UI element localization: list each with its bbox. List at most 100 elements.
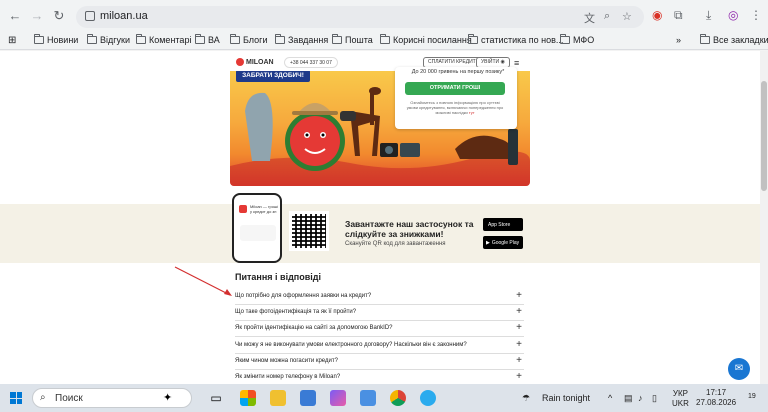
plus-icon[interactable]: + [516, 355, 522, 366]
apps-grid-icon[interactable]: ⊞ [8, 35, 16, 46]
browser-toolbar: ← → ↻ miloan.ua 文 ⌕ ☆ ◉ ⧉ ⤓ ◎ ⋮ [0, 0, 768, 32]
file-explorer-icon[interactable] [270, 390, 286, 406]
qr-code-frame [289, 211, 329, 251]
chrome-icon[interactable] [390, 390, 406, 406]
chat-widget-icon[interactable]: ✉ [728, 358, 750, 380]
app-store-button[interactable]: App Store [483, 218, 523, 231]
reload-icon[interactable]: ↻ [52, 9, 66, 23]
all-bookmarks[interactable]: Все закладки [700, 34, 768, 45]
faq-item[interactable]: Що потрібно для оформлення заявки на кре… [235, 289, 524, 305]
outlook-icon[interactable] [300, 390, 316, 406]
language-indicator[interactable]: УКР UKR [672, 389, 689, 409]
folder-icon [275, 34, 285, 44]
back-icon[interactable]: ← [8, 9, 22, 23]
folder-icon [230, 34, 240, 44]
google-play-button[interactable]: ▶ Google Play [483, 236, 523, 249]
folder-icon [34, 34, 44, 44]
promo-headline: До 20 000 гривень на першу позику* [411, 69, 505, 75]
bookmark-va[interactable]: ВА [195, 34, 220, 45]
extensions-puzzle-icon[interactable]: ⧉ [674, 8, 683, 23]
plus-icon[interactable]: + [516, 371, 522, 382]
bookmark-mfo[interactable]: МФО [560, 34, 594, 45]
taskbar: ⌕ Поиск ✦ ▭ ☂ Rain tonight ^ ▤ ♪ ▯ УКР UK… [0, 384, 768, 412]
windows-start-icon[interactable] [10, 392, 22, 404]
plus-icon[interactable]: + [516, 322, 522, 333]
plus-icon[interactable]: + [516, 306, 522, 317]
tray-chevron-icon[interactable]: ^ [608, 393, 612, 403]
zoom-icon[interactable]: ⌕ [604, 10, 610, 23]
faq-question: Чи можу я не виконувати умови електронно… [235, 342, 467, 348]
faq-item[interactable]: Як змінити номер телефону в Miloan? + [235, 370, 524, 384]
faq-item[interactable]: Що таке фотоідентифікація та як її пройт… [235, 305, 524, 321]
copilot-sparkle-icon: ✦ [163, 392, 173, 404]
folder-icon [380, 34, 390, 44]
faq-question: Що таке фотоідентифікація та як її пройт… [235, 309, 357, 315]
task-view-icon[interactable]: ▭ [208, 390, 224, 406]
folder-icon [700, 34, 710, 44]
page-scrollbar[interactable] [760, 51, 768, 384]
app-subtitle: Скануйте QR код для завантаження [345, 241, 446, 247]
bookmark-comments[interactable]: Коментарі [136, 34, 191, 45]
network-icon[interactable]: ▤ [624, 393, 633, 404]
faq-item[interactable]: Як пройти ідентифікацію на сайті за допо… [235, 321, 524, 337]
promo-disclaimer-link[interactable]: тут [469, 110, 475, 115]
phone-number[interactable]: +38 044 337 30 07 [284, 57, 338, 68]
bookmark-useful-links[interactable]: Корисні посилання [380, 34, 472, 45]
volume-icon[interactable]: ♪ [638, 393, 643, 403]
site-info-icon[interactable] [85, 11, 95, 21]
plus-icon[interactable]: + [516, 339, 522, 350]
clock[interactable]: 17:17 27.08.2026 [696, 388, 736, 408]
google-play-icon: ▶ [486, 239, 490, 246]
extension-icon[interactable]: ◉ [652, 8, 662, 22]
folder-icon [136, 34, 146, 44]
ms-store-icon[interactable] [240, 390, 256, 406]
app-icon[interactable] [360, 390, 376, 406]
promo-disclaimer: Ознайомтесь з повною інформацією про сут… [406, 100, 504, 115]
app-icon [239, 205, 247, 213]
translate-icon[interactable]: 文 [584, 10, 595, 26]
url-text: miloan.ua [100, 10, 148, 22]
app-title: Завантажте наш застосунок та слідкуйте з… [345, 219, 474, 239]
phone-screen-text: Miloan — гроші у кредит до зп [250, 204, 279, 214]
faq-question: Що потрібно для оформлення заявки на кре… [235, 293, 372, 299]
faq-item[interactable]: Яким чином можна погасити кредит? + [235, 354, 524, 370]
page-viewport: MILOAN +38 044 337 30 07 СПЛАТИТИ КРЕДИТ… [0, 51, 768, 384]
bookmark-star-icon[interactable]: ☆ [622, 10, 632, 23]
folder-icon [332, 34, 342, 44]
bookmark-news[interactable]: Новини [34, 34, 78, 45]
get-money-button[interactable]: ОТРИМАТИ ГРОШІ [405, 82, 505, 95]
weather-text[interactable]: Rain tonight [542, 393, 590, 403]
bookmark-tasks[interactable]: Завдання [275, 34, 328, 45]
folder-icon [468, 34, 478, 44]
faq-question: Як пройти ідентифікацію на сайті за допо… [235, 325, 393, 331]
phone-screen-card [240, 225, 276, 241]
search-icon: ⌕ [40, 392, 46, 403]
bookmark-blogs[interactable]: Блоги [230, 34, 267, 45]
faq-title: Питання і відповіді [235, 272, 321, 282]
folder-icon [87, 34, 97, 44]
faq-question: Яким чином можна погасити кредит? [235, 358, 338, 364]
promo-card: До 20 000 гривень на першу позику* ОТРИМ… [395, 67, 517, 129]
download-icon[interactable]: ⤓ [706, 8, 711, 23]
folder-icon [195, 34, 205, 44]
menu-kebab-icon[interactable]: ⋮ [750, 8, 762, 22]
notification-count[interactable]: 19 [748, 393, 756, 400]
weather-icon: ☂ [522, 393, 531, 403]
site-logo[interactable]: MILOAN [236, 58, 274, 66]
faq-question: Як змінити номер телефону в Miloan? [235, 374, 341, 380]
battery-icon[interactable]: ▯ [652, 393, 657, 404]
bookmark-mail[interactable]: Пошта [332, 34, 373, 45]
bookmark-stats[interactable]: статистика по нов... [468, 34, 563, 45]
plus-icon[interactable]: + [516, 290, 522, 301]
forward-icon[interactable]: → [30, 9, 44, 23]
faq-item[interactable]: Чи можу я не виконувати умови електронно… [235, 338, 524, 354]
taskbar-search[interactable]: ⌕ Поиск ✦ [32, 388, 192, 408]
address-bar[interactable]: miloan.ua 文 ⌕ ☆ [76, 6, 644, 28]
copilot-icon[interactable] [330, 390, 346, 406]
profile-icon[interactable]: ◎ [728, 8, 738, 22]
telegram-icon[interactable] [420, 390, 436, 406]
bookmark-reviews[interactable]: Відгуки [87, 34, 130, 45]
bookmarks-bar: ⊞ Новини Відгуки Коментарі ВА Блоги Завд… [0, 32, 768, 50]
scrollbar-thumb[interactable] [761, 81, 767, 191]
chevron-right-icon[interactable]: » [676, 35, 681, 45]
